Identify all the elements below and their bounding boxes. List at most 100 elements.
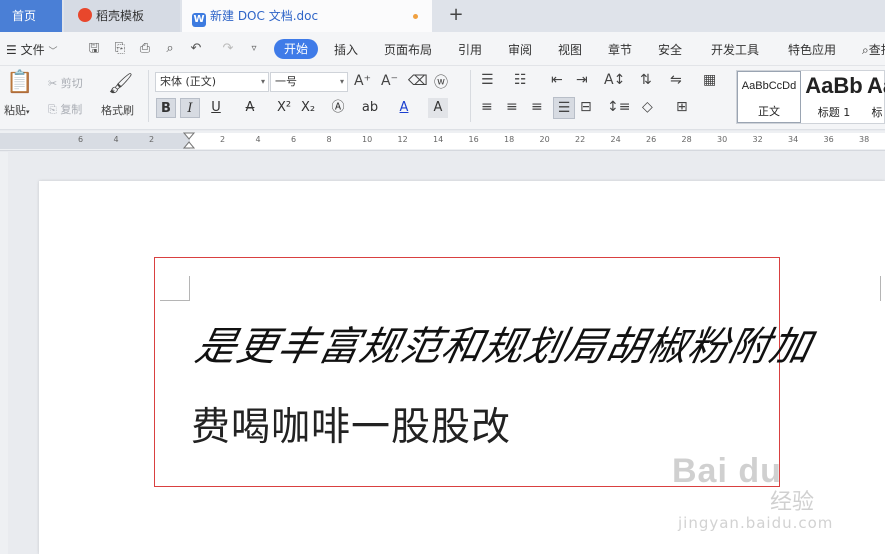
format-painter-button[interactable]: 格式刷 (101, 102, 134, 118)
bold-button[interactable]: B (156, 98, 176, 118)
italic-button[interactable]: I (180, 98, 200, 118)
new-tab-button[interactable]: + (446, 5, 466, 25)
ruler-tick-label: 2 (220, 135, 226, 144)
paste-label: 粘贴 (4, 104, 26, 117)
redo-icon[interactable]: ↷ (220, 41, 236, 57)
style-normal[interactable]: AaBbCcDd 正文 (737, 71, 801, 123)
tab-view[interactable]: 视图 (558, 41, 582, 59)
tab-document-label: 新建 DOC 文档.doc (210, 9, 319, 23)
ruler-tick-label: 28 (681, 135, 692, 144)
text-direction-icon[interactable]: A↕ (604, 72, 625, 88)
baidu-logo: Bai du (672, 452, 782, 490)
copy-button[interactable]: ⎘ 复制 (48, 101, 82, 117)
tab-chapter[interactable]: 章节 (608, 41, 632, 59)
numbered-list-icon[interactable]: ☷ (514, 72, 527, 88)
font-color-button[interactable]: A (394, 98, 414, 118)
tab-developer[interactable]: 开发工具 (711, 41, 759, 59)
ruler-tick-label: 16 (468, 135, 479, 144)
margin-corner-mark (880, 276, 885, 301)
highlight-button[interactable]: ab (360, 98, 380, 118)
style-heading-2-label: 标 (871, 106, 883, 119)
ruler-tick-label: 32 (752, 135, 763, 144)
bullet-list-icon[interactable]: ☰ (481, 72, 494, 88)
print-preview-icon[interactable]: ⌕ (162, 41, 178, 57)
show-marks-icon[interactable]: ⇋ (670, 72, 682, 88)
tab-page-layout[interactable]: 页面布局 (384, 41, 432, 59)
align-right-icon[interactable]: ≡ (531, 99, 543, 115)
font-name-value: 宋体 (正文) (160, 75, 217, 88)
baidu-watermark: Bai du 经验 jingyan.baidu.com (672, 452, 872, 542)
font-size-select[interactable]: 一号 ▾ (270, 72, 348, 92)
style-heading-2-sample: Aa (867, 73, 885, 98)
document-line-2[interactable]: 费喝咖啡一股股改 (191, 396, 511, 452)
copy-label: 复制 (60, 103, 83, 116)
divider (470, 70, 471, 122)
document-line-1[interactable]: 是更丰富规范和规划局胡椒粉附加 (191, 314, 818, 372)
clear-format-icon[interactable]: ⌫ (408, 73, 428, 89)
ruler-tick-label: 22 (575, 135, 586, 144)
print-icon[interactable]: ⎙ (137, 41, 153, 57)
tab-insert[interactable]: 插入 (334, 41, 358, 59)
chevron-down-icon: ▾ (26, 108, 30, 116)
increase-indent-icon[interactable]: ⇥ (576, 72, 588, 88)
file-menu[interactable]: ☰ 文件 ﹀ (6, 41, 57, 59)
ruler-tick-label: 2 (149, 135, 155, 144)
copy-icon: ⎘ (48, 103, 57, 116)
pinyin-icon[interactable]: ⓦ (434, 72, 448, 92)
chevron-down-icon: ▾ (339, 77, 344, 86)
tab-start[interactable]: 开始 (274, 39, 318, 59)
line-spacing-icon[interactable]: ↕≡ (607, 99, 630, 115)
align-left-icon[interactable]: ≡ (481, 99, 493, 115)
justify-icon[interactable]: ☰ (553, 97, 575, 119)
tab-template-label: 稻壳模板 (96, 9, 145, 23)
paste-icon[interactable]: 📋 (6, 70, 33, 96)
superscript-button[interactable]: X² (274, 98, 294, 118)
text-effect-button[interactable]: Ⓐ (328, 98, 348, 118)
tab-document[interactable]: W 新建 DOC 文档.doc (182, 0, 432, 32)
grow-font-icon[interactable]: A⁺ (354, 73, 371, 89)
style-normal-sample: AaBbCcDd (741, 80, 797, 92)
tab-security[interactable]: 安全 (658, 41, 682, 59)
undo-icon[interactable]: ↶ (188, 41, 204, 57)
cut-button[interactable]: ✂ 剪切 (48, 75, 83, 91)
align-center-icon[interactable]: ≡ (506, 99, 518, 115)
tab-special-apps[interactable]: 特色应用 (788, 41, 836, 59)
table-border-icon[interactable]: ⊞ (676, 99, 688, 115)
strikethrough-button[interactable]: A (240, 98, 260, 118)
save-icon[interactable]: 🖫 (86, 41, 102, 57)
ribbon-toolbar: 📋 粘贴▾ ✂ 剪切 ⎘ 复制 🖌 格式刷 宋体 (正文) ▾ 一号 ▾ A⁺ A⁻… (0, 66, 885, 130)
tab-home[interactable]: 首页 (0, 0, 62, 32)
sort-icon[interactable]: ⇅ (640, 72, 652, 88)
ruler-tick-label: 24 (610, 135, 621, 144)
char-shading-button[interactable]: A (428, 98, 448, 118)
writer-icon: W (192, 13, 206, 27)
vertical-ruler[interactable] (0, 152, 8, 554)
export-icon[interactable]: ⎘ (112, 41, 128, 57)
horizontal-ruler[interactable]: 6 4 2 2 4 6 8 10 12 14 16 18 20 22 24 26 28 30 32 34 36 38 (0, 131, 885, 151)
styles-gallery: AaBbCcDd 正文 AaBb 标题 1 Aa 标 (736, 70, 885, 124)
shading-icon[interactable]: ◇ (642, 99, 653, 115)
border-icon[interactable]: ▦ (703, 72, 716, 88)
distributed-align-icon[interactable]: ⊟ (580, 99, 592, 115)
tab-references[interactable]: 引用 (458, 41, 482, 59)
paste-button[interactable]: 粘贴▾ (4, 102, 30, 118)
tab-template[interactable]: 稻壳模板 (64, 0, 180, 32)
chevron-down-icon: ▾ (260, 77, 265, 86)
underline-button[interactable]: U (206, 98, 226, 118)
tab-bar: 首页 稻壳模板 W 新建 DOC 文档.doc + (0, 0, 885, 32)
style-normal-label: 正文 (758, 105, 780, 118)
style-heading-2[interactable]: Aa 标 (867, 71, 885, 123)
ruler-tick-label: 14 (433, 135, 444, 144)
quick-access-dropdown-icon[interactable]: ▿ (246, 41, 262, 57)
search-button[interactable]: ⌕查找 (862, 41, 885, 59)
decrease-indent-icon[interactable]: ⇤ (551, 72, 563, 88)
watermark-url: jingyan.baidu.com (678, 514, 834, 532)
tab-review[interactable]: 审阅 (508, 41, 532, 59)
subscript-button[interactable]: X₂ (298, 98, 318, 118)
shrink-font-icon[interactable]: A⁻ (381, 73, 398, 89)
divider (148, 70, 149, 122)
indent-marker-icon[interactable] (183, 132, 195, 150)
style-heading-1[interactable]: AaBb 标题 1 (803, 71, 865, 123)
unsaved-dot-icon (413, 14, 418, 19)
font-name-select[interactable]: 宋体 (正文) ▾ (155, 72, 269, 92)
